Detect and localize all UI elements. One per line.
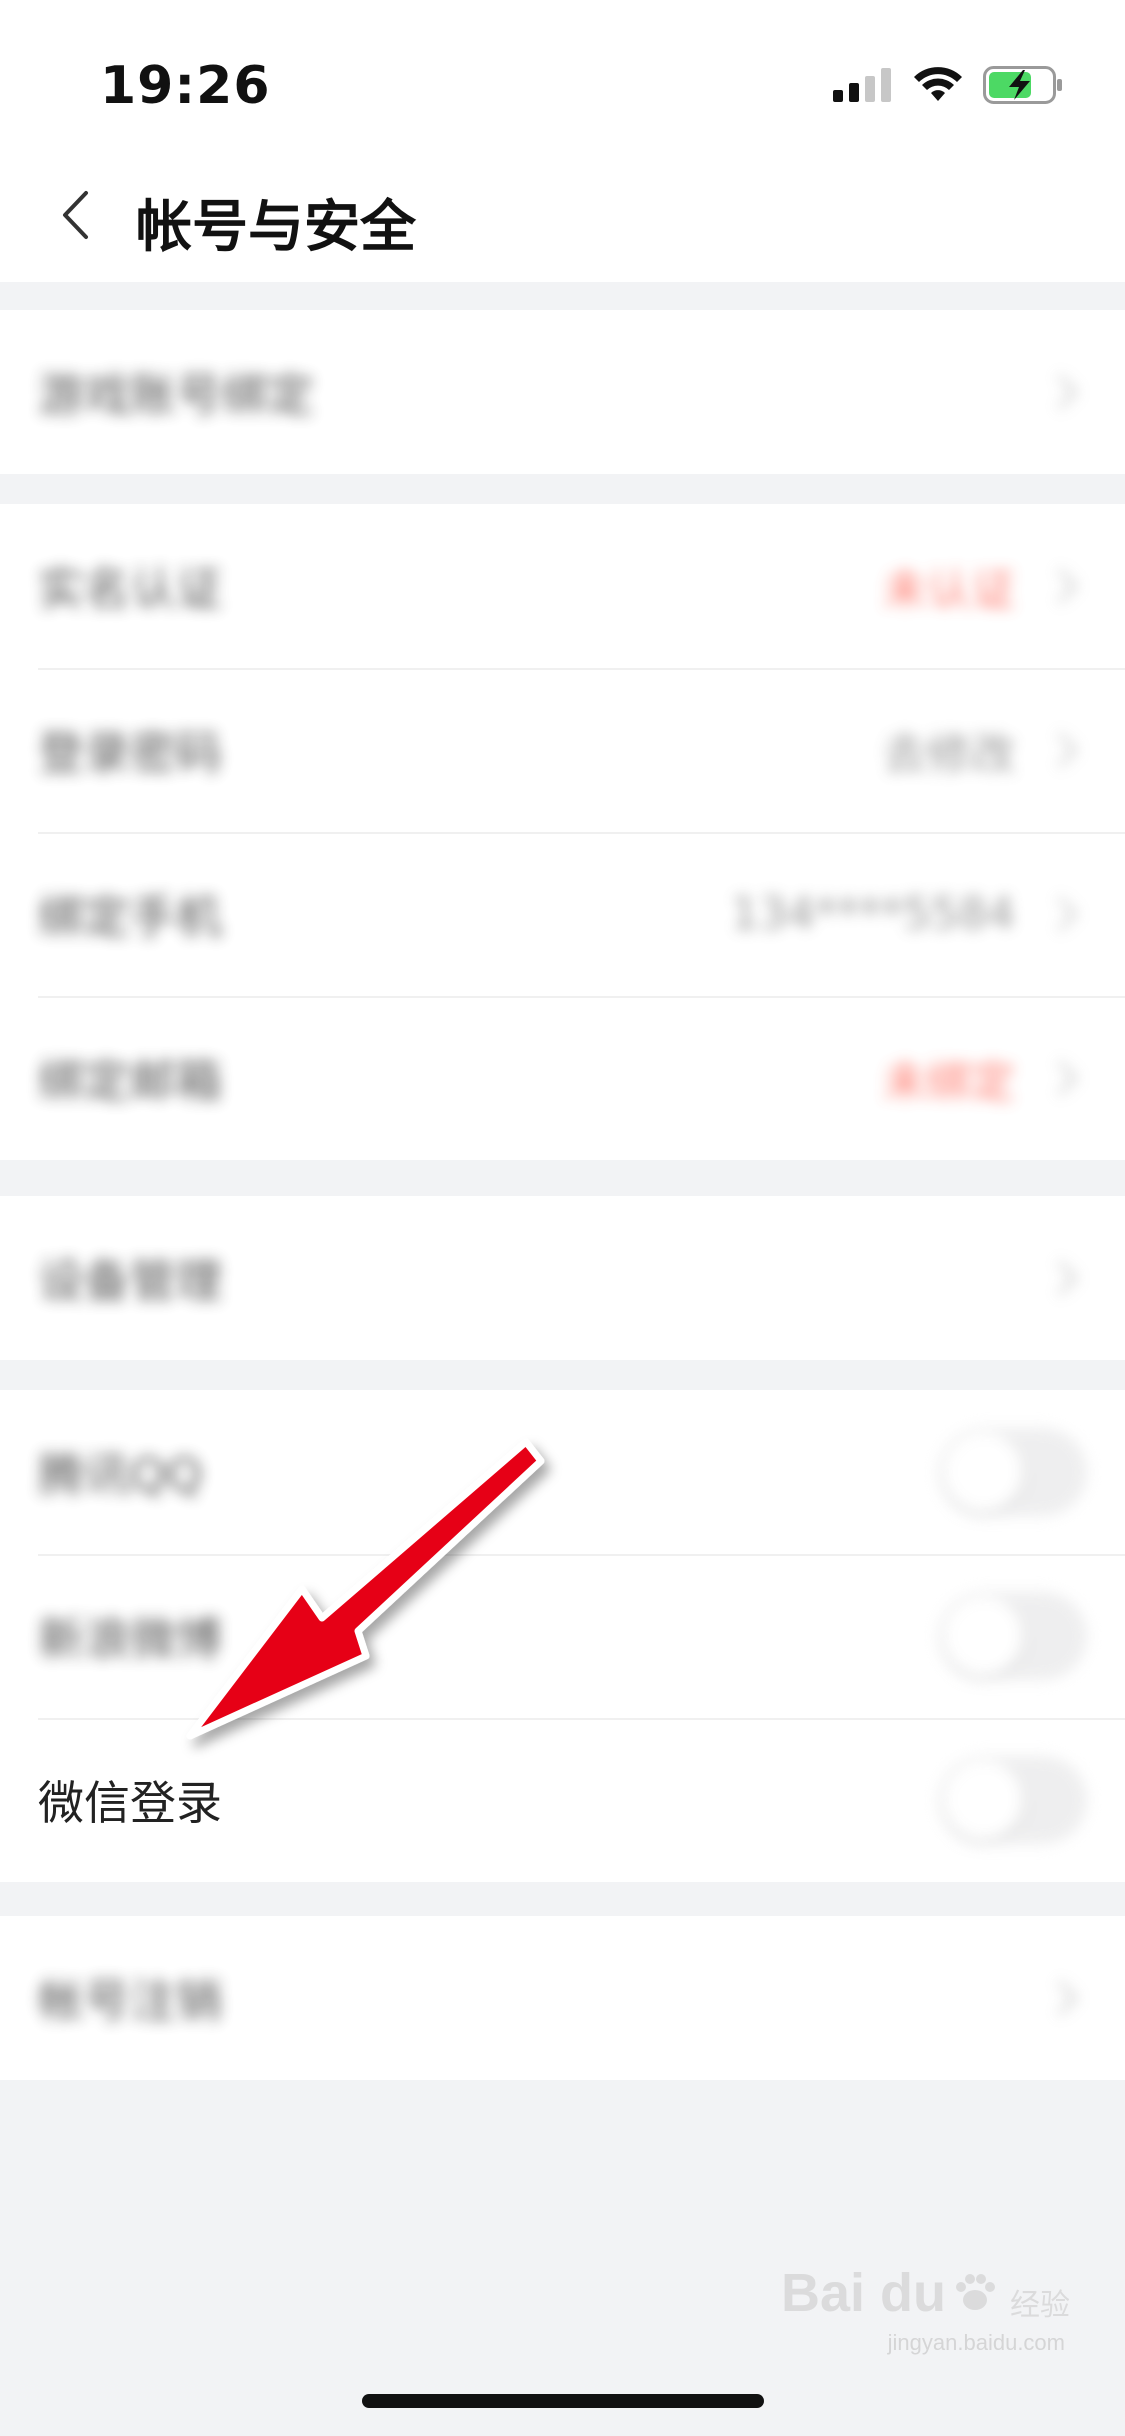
paw-icon: [956, 2274, 995, 2310]
row-value: 去修改: [883, 729, 1015, 780]
section-third-party-login: 腾讯QQ 新浪微博 微信登录: [0, 1390, 1125, 1882]
section-account-deletion: 帐号注销: [0, 1916, 1125, 2080]
row-value: 134****5584: [731, 888, 1015, 940]
navigation-bar: 帐号与安全: [0, 150, 1125, 282]
row-label: 帐号注销: [38, 1974, 222, 2028]
watermark-sub: 经验: [1010, 2288, 1070, 2323]
chevron-right-icon: [1057, 896, 1078, 932]
cellular-signal-icon: [833, 68, 891, 102]
row-label: 登录密码: [38, 726, 222, 780]
chevron-right-icon: [1057, 1060, 1078, 1096]
row-bind-email[interactable]: 绑定邮箱 未绑定: [0, 996, 1125, 1160]
section-game-account: 游戏账号绑定: [0, 310, 1125, 474]
wifi-icon: [914, 67, 962, 101]
status-time: 19:26: [100, 56, 271, 116]
watermark: Bai du 经验: [781, 2262, 1070, 2324]
row-value: 未绑定: [883, 1057, 1015, 1108]
row-label: 游戏账号绑定: [38, 368, 314, 422]
section-device: 设备管理: [0, 1196, 1125, 1360]
chevron-right-icon: [1057, 1260, 1078, 1296]
row-label: 绑定手机: [38, 890, 222, 944]
chevron-right-icon: [1057, 1980, 1078, 2016]
back-button[interactable]: [40, 180, 110, 250]
chevron-right-icon: [1057, 568, 1078, 604]
home-indicator[interactable]: [362, 2394, 764, 2408]
chevron-right-icon: [1057, 732, 1078, 768]
row-real-name-verification[interactable]: 实名认证 未认证: [0, 504, 1125, 668]
section-security: 实名认证 未认证 登录密码 去修改 绑定手机 134****5584 绑定邮箱 …: [0, 504, 1125, 1160]
row-wechat-login: 微信登录: [0, 1718, 1125, 1882]
status-bar: 19:26: [0, 0, 1125, 150]
row-label: 绑定邮箱: [38, 1054, 222, 1108]
qq-login-toggle[interactable]: [939, 1428, 1087, 1516]
row-label: 设备管理: [38, 1254, 222, 1308]
status-icons: [833, 66, 1065, 104]
row-game-account-binding[interactable]: 游戏账号绑定: [0, 310, 1125, 474]
row-label: 实名认证: [38, 562, 222, 616]
watermark-url: jingyan.baidu.com: [887, 2330, 1065, 2355]
row-label: 腾讯QQ: [38, 1448, 203, 1502]
weibo-login-toggle[interactable]: [939, 1592, 1087, 1680]
row-label: 新浪微博: [38, 1612, 222, 1666]
chevron-left-icon: [63, 191, 88, 239]
page-title: 帐号与安全: [136, 195, 416, 260]
watermark-brand: Bai du: [780, 2263, 946, 2323]
row-tencent-qq: 腾讯QQ: [0, 1390, 1125, 1554]
row-sina-weibo: 新浪微博: [0, 1554, 1125, 1718]
row-bind-phone[interactable]: 绑定手机 134****5584: [0, 832, 1125, 996]
row-account-deletion[interactable]: 帐号注销: [0, 1916, 1125, 2080]
row-device-management[interactable]: 设备管理: [0, 1196, 1125, 1360]
row-value: 未认证: [883, 565, 1015, 616]
chevron-right-icon: [1057, 374, 1078, 410]
wechat-login-toggle[interactable]: [939, 1756, 1087, 1844]
row-label: 微信登录: [38, 1776, 222, 1830]
row-login-password[interactable]: 登录密码 去修改: [0, 668, 1125, 832]
battery-charging-icon: [983, 66, 1062, 104]
